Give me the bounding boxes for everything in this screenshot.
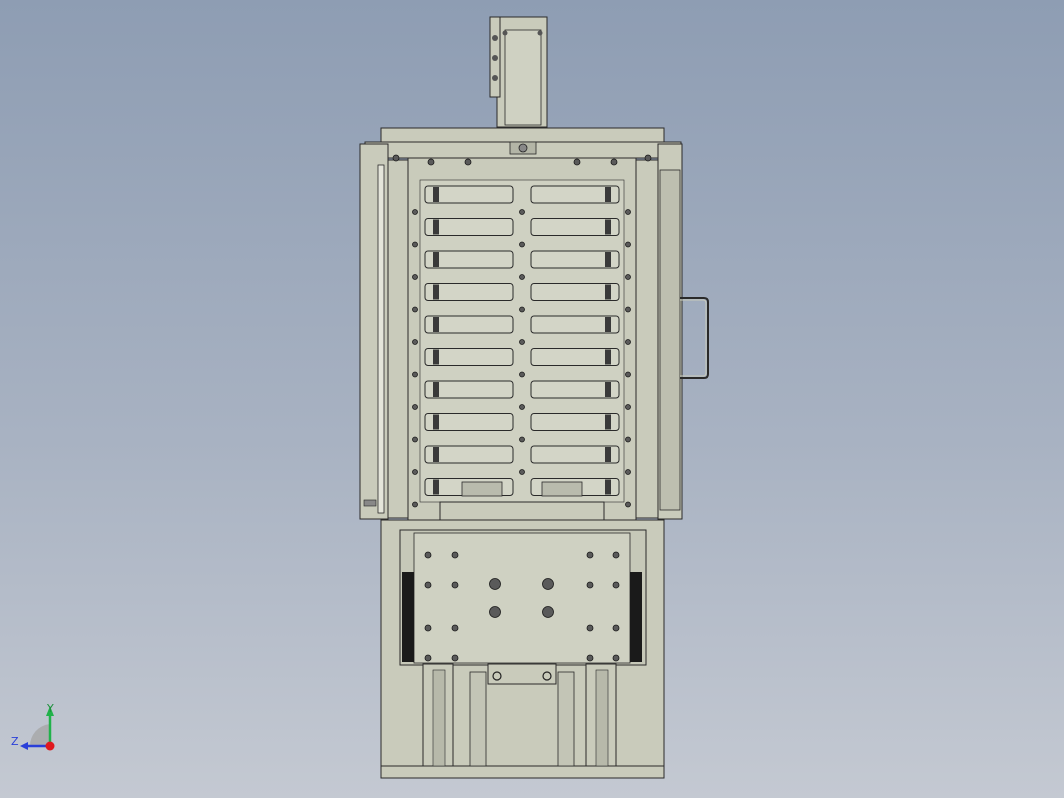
origin-point	[45, 741, 55, 751]
base-hole	[451, 581, 459, 589]
z-axis-arrowhead	[20, 742, 28, 750]
plate-hole	[412, 339, 418, 345]
right-housing	[635, 143, 683, 520]
slot-insert	[605, 317, 611, 332]
plate-hole	[519, 404, 525, 410]
plate-hole	[412, 209, 418, 215]
cad-viewport[interactable]: Y Z	[0, 0, 1064, 798]
slot-insert	[433, 447, 439, 462]
slot-insert	[433, 382, 439, 397]
base-bore	[489, 578, 501, 590]
base-hole	[586, 551, 594, 559]
plate-hole	[412, 436, 418, 443]
cad-drawing[interactable]: Y Z	[0, 0, 1064, 798]
z-axis-label: Z	[11, 735, 19, 748]
y-axis-label: Y	[46, 702, 54, 715]
plate-hole	[625, 469, 631, 475]
plate-hole	[625, 339, 631, 345]
plate-hole	[625, 371, 631, 378]
coordinate-triad: Y Z	[11, 702, 55, 751]
slot-insert	[433, 349, 439, 365]
plate-hole	[625, 241, 631, 248]
plate-hole	[625, 209, 631, 215]
base-hole	[612, 624, 620, 632]
slot-insert	[605, 187, 611, 202]
base-bore	[489, 606, 501, 618]
left-housing	[359, 143, 409, 520]
machine-assembly[interactable]	[359, 16, 709, 779]
top-plate	[364, 127, 682, 159]
slot-insert	[605, 284, 611, 300]
plate-hole	[519, 371, 525, 378]
plate-hole	[412, 404, 418, 410]
plate-hole	[625, 501, 631, 508]
base-hole	[586, 654, 594, 662]
slot-insert	[433, 252, 439, 267]
base-hole	[424, 581, 432, 589]
base-hole	[451, 654, 459, 662]
slot-insert	[605, 219, 611, 235]
top-plate-hole	[464, 158, 472, 166]
top-plate-hole	[427, 158, 435, 166]
base-hole	[612, 654, 620, 662]
plate-hole	[519, 306, 525, 313]
base-hole	[424, 551, 432, 559]
base-hole	[451, 624, 459, 632]
base-hole	[451, 551, 459, 559]
plate-hole	[625, 404, 631, 410]
slot-insert	[433, 414, 439, 430]
base-hole	[424, 654, 432, 662]
plate-hole	[412, 501, 418, 508]
plate-hole	[519, 274, 525, 280]
top-plate-hole	[573, 158, 581, 166]
base-hole	[424, 624, 432, 632]
plate-hole	[412, 306, 418, 313]
base-hole	[586, 624, 594, 632]
base-bore	[542, 606, 554, 618]
plate-hole	[519, 339, 525, 345]
side-handle	[680, 297, 709, 379]
plate-hole	[625, 274, 631, 280]
plate-hole	[625, 436, 631, 443]
base-hole	[612, 581, 620, 589]
slot-insert	[605, 414, 611, 430]
slot-insert	[433, 284, 439, 300]
top-plate-hole	[644, 154, 652, 162]
top-motor	[489, 16, 548, 128]
plate-hole	[412, 274, 418, 280]
plate-hole	[412, 241, 418, 248]
base-hole	[586, 581, 594, 589]
slot-insert	[605, 252, 611, 267]
base-bore	[542, 578, 554, 590]
slot-insert	[605, 447, 611, 462]
slot-insert	[433, 187, 439, 202]
top-plate-hole	[392, 154, 400, 162]
plate-hole	[519, 241, 525, 248]
plate-hole	[519, 209, 525, 215]
plate-hole	[412, 469, 418, 475]
base-hole	[612, 551, 620, 559]
slot-insert	[433, 479, 439, 495]
plate-hole	[519, 469, 525, 475]
plate-hole	[625, 306, 631, 313]
plate-hole	[519, 436, 525, 443]
top-plate-hole	[610, 158, 618, 166]
slot-insert	[605, 479, 611, 495]
slot-insert	[433, 317, 439, 332]
slot-insert	[433, 219, 439, 235]
slot-insert	[605, 349, 611, 365]
plate-hole	[412, 371, 418, 378]
slot-insert	[605, 382, 611, 397]
